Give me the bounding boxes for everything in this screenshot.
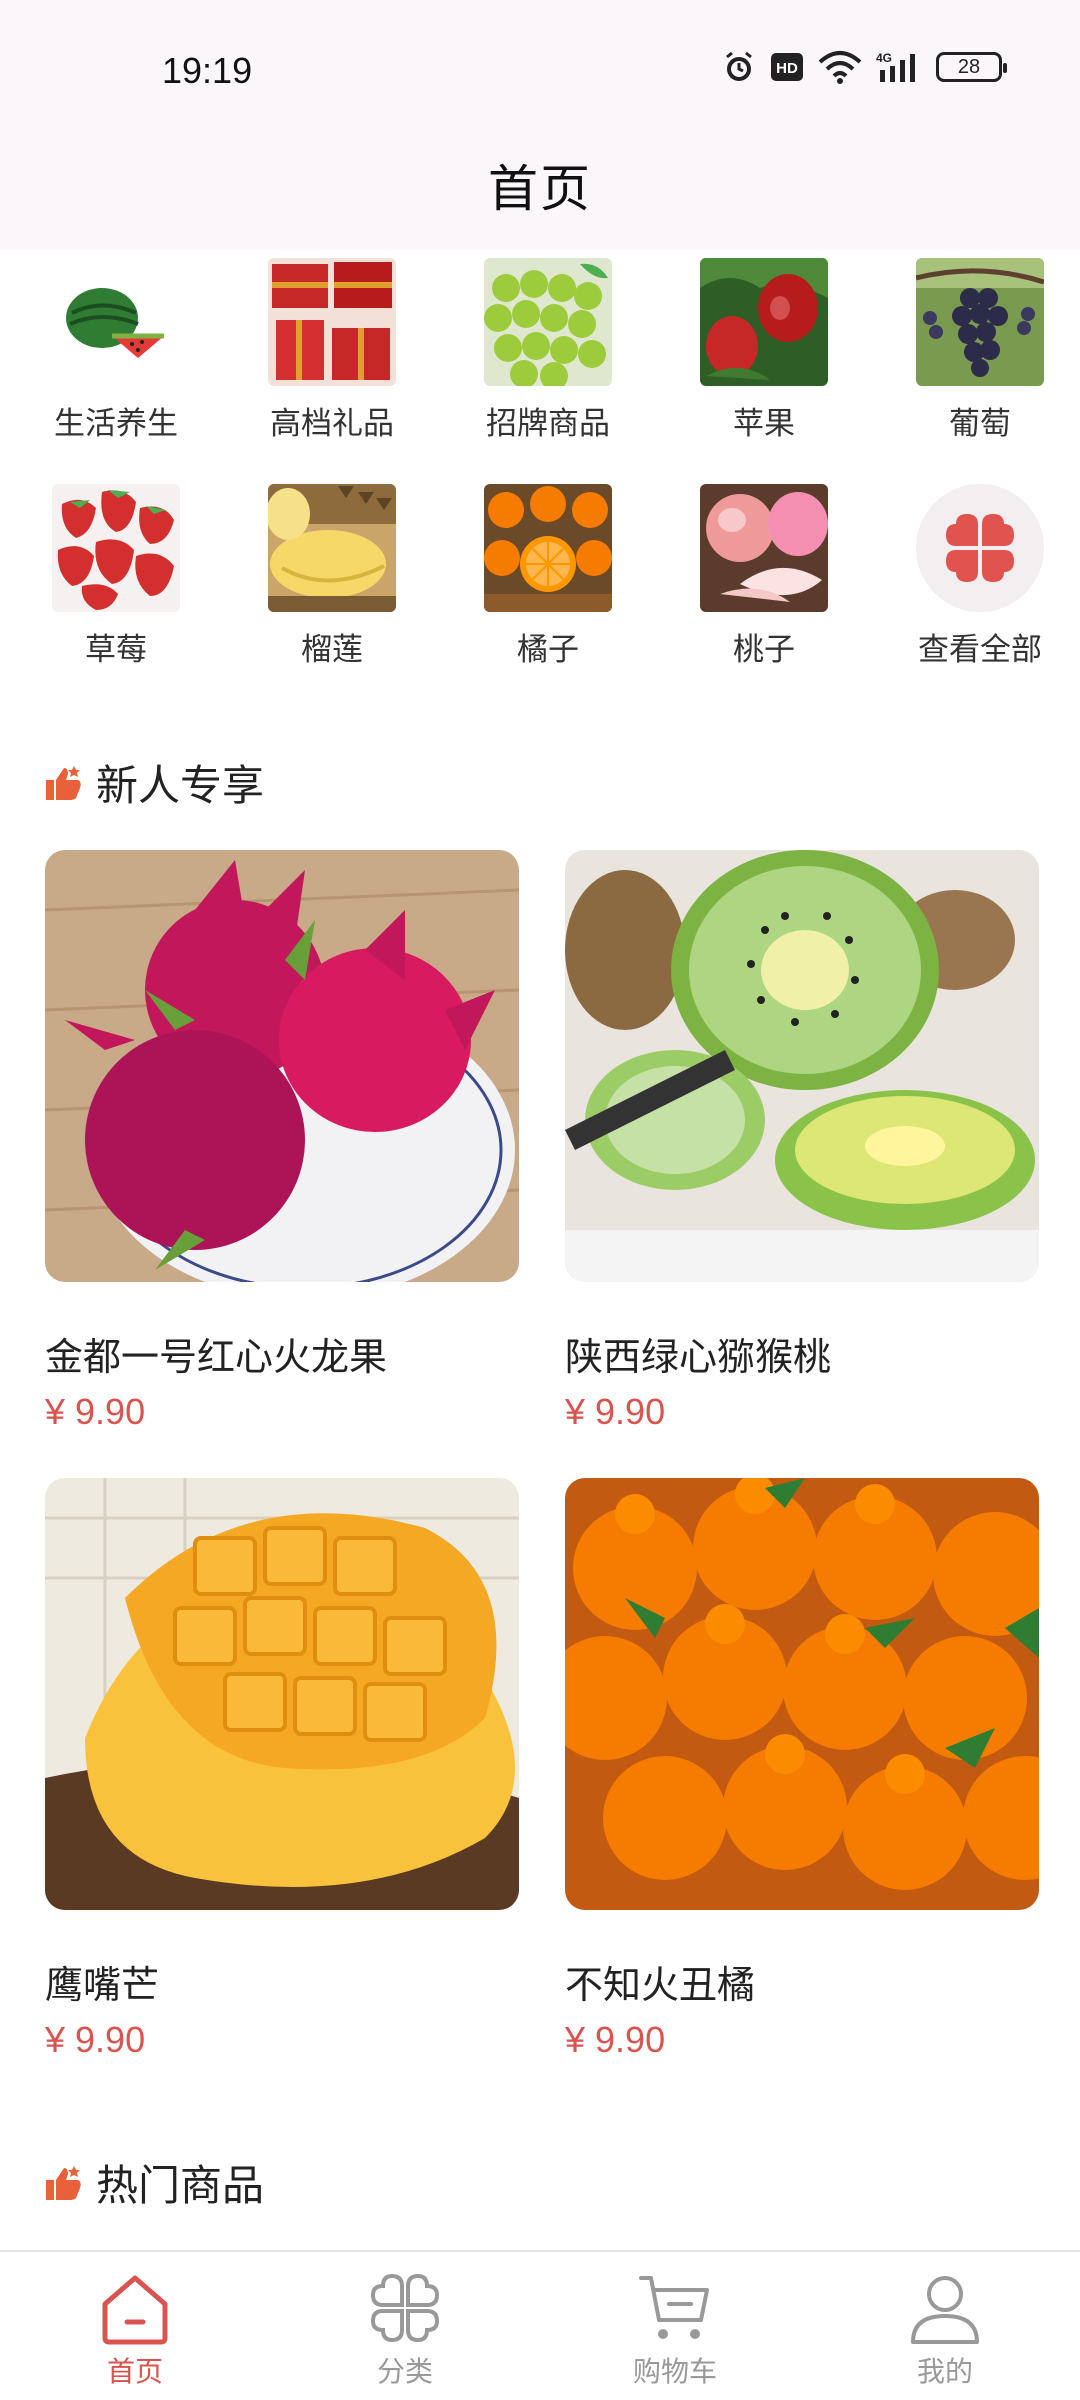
signal-icon: 4G — [876, 51, 915, 82]
product-price: ¥ 9.90 — [45, 2019, 146, 2060]
category-row: 草莓 榴莲 橘子 桃子 查看全部 — [0, 484, 1080, 710]
mango-image — [45, 1478, 519, 1910]
category-grid: 生活养生 高档礼品 招牌商品 苹果 葡萄 草莓 榴莲 橘子 桃子 查看全部 — [0, 258, 1080, 710]
nav-item-home[interactable]: 首页 — [0, 2252, 270, 2400]
category-label: 榴莲 — [301, 632, 363, 668]
section-header-newcomer: 新人专享 — [44, 752, 264, 813]
status-icons: HD 4G 28 — [722, 50, 1007, 84]
orange-image — [484, 484, 612, 612]
grape-image — [916, 258, 1044, 386]
category-label: 桃子 — [733, 632, 795, 668]
thumbs-up-icon — [46, 2165, 81, 2200]
category-icon — [370, 2273, 440, 2343]
product-price: ¥ 9.90 — [565, 1391, 666, 1432]
section-title: 热门商品 — [96, 2161, 265, 2210]
category-item-grape[interactable]: 葡萄 — [880, 258, 1080, 484]
product-name: 不知火丑橘 — [565, 1963, 756, 2007]
dekopon-image — [565, 1478, 1039, 1910]
category-label: 葡萄 — [949, 406, 1011, 442]
category-item-apple[interactable]: 苹果 — [664, 258, 864, 484]
nav-label: 分类 — [376, 2355, 433, 2388]
category-item-durian[interactable]: 榴莲 — [232, 484, 432, 710]
product-name: 金都一号红心火龙果 — [45, 1335, 388, 1379]
nav-item-cart[interactable]: 购物车 — [540, 2252, 810, 2400]
section-header-hot: 热门商品 — [44, 2152, 264, 2213]
product-card[interactable]: 不知火丑橘 ¥ 9.90 — [565, 1478, 1039, 2061]
svg-text:HD: HD — [776, 60, 798, 77]
kiwi-image — [565, 850, 1039, 1282]
category-item-view-all[interactable]: 查看全部 — [880, 484, 1080, 710]
peach-image — [700, 484, 828, 612]
product-name: 鹰嘴芒 — [45, 1963, 160, 2007]
category-label: 招牌商品 — [486, 406, 610, 442]
page-title: 首页 — [488, 160, 592, 218]
category-item-gifts[interactable]: 高档礼品 — [232, 258, 432, 484]
status-time: 19:19 — [162, 50, 253, 91]
product-price: ¥ 9.90 — [45, 1391, 146, 1432]
title-bar: 首页 — [0, 120, 1080, 250]
nav-item-profile[interactable]: 我的 — [810, 2252, 1080, 2400]
battery-icon: 28 — [936, 52, 1007, 82]
home-icon — [102, 2275, 168, 2345]
hd-icon: HD — [771, 53, 803, 81]
product-price: ¥ 9.90 — [565, 2019, 666, 2060]
category-label: 查看全部 — [918, 632, 1042, 668]
category-item-orange[interactable]: 橘子 — [448, 484, 648, 710]
category-item-wellness[interactable]: 生活养生 — [16, 258, 216, 484]
nav-label: 我的 — [916, 2355, 973, 2388]
dragon-fruit-image — [45, 850, 519, 1282]
category-row: 生活养生 高档礼品 招牌商品 苹果 葡萄 — [0, 258, 1080, 484]
category-label: 草莓 — [85, 632, 147, 668]
watermelon-image — [52, 258, 180, 386]
product-name: 陕西绿心猕猴桃 — [565, 1335, 832, 1379]
network-label: 4G — [876, 51, 892, 65]
green-grapes-image — [484, 258, 612, 386]
category-item-peach[interactable]: 桃子 — [664, 484, 864, 710]
apple-image — [700, 258, 828, 386]
product-card[interactable]: 鹰嘴芒 ¥ 9.90 — [45, 1478, 519, 2061]
profile-icon — [911, 2276, 979, 2344]
nav-item-category[interactable]: 分类 — [270, 2252, 540, 2400]
category-item-signature[interactable]: 招牌商品 — [448, 258, 648, 484]
product-card[interactable]: 金都一号红心火龙果 ¥ 9.90 — [45, 850, 519, 1433]
nav-label: 首页 — [106, 2355, 163, 2388]
category-item-strawberry[interactable]: 草莓 — [16, 484, 216, 710]
strawberry-image — [52, 484, 180, 612]
view-all-icon — [916, 484, 1044, 612]
durian-image — [268, 484, 396, 612]
category-label: 苹果 — [733, 406, 795, 442]
cart-icon — [639, 2276, 709, 2339]
category-label: 橘子 — [517, 632, 579, 668]
section-title: 新人专享 — [96, 761, 265, 810]
alarm-icon — [726, 51, 752, 81]
battery-level: 28 — [957, 55, 981, 78]
thumbs-up-icon — [46, 765, 81, 800]
product-card[interactable]: 陕西绿心猕猴桃 ¥ 9.90 — [565, 850, 1039, 1433]
nav-label: 购物车 — [632, 2355, 717, 2388]
bottom-nav: 首页 分类 购物车 我的 — [0, 2250, 1080, 2400]
category-label: 高档礼品 — [270, 406, 394, 442]
wifi-icon — [818, 51, 862, 84]
category-label: 生活养生 — [54, 406, 178, 442]
gift-box-image — [268, 258, 396, 386]
status-bar: 19:19 HD 4G 28 — [0, 0, 1080, 140]
